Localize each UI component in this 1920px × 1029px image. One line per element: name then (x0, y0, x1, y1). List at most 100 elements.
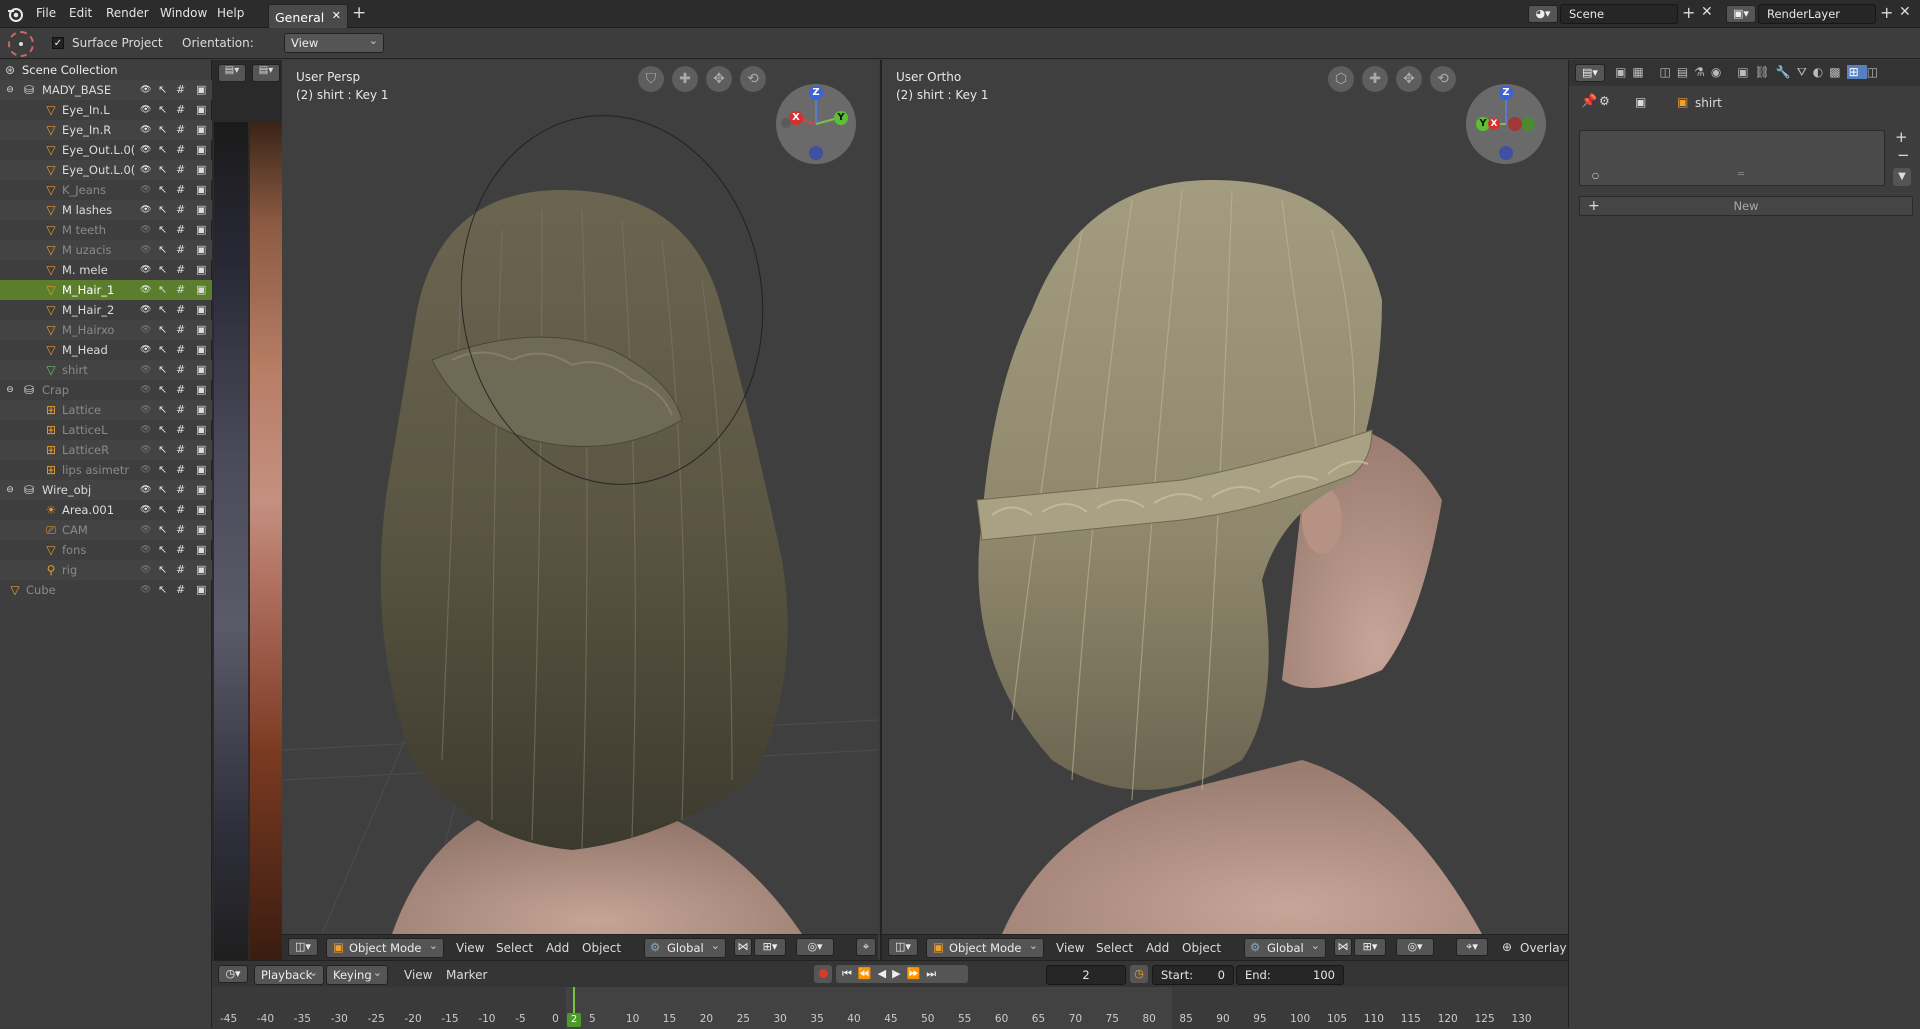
visibility-eye-icon[interactable]: 👁 (140, 160, 151, 180)
close-tab-icon[interactable]: ✕ (332, 9, 341, 22)
pin-icon[interactable]: 📌 (1581, 94, 1597, 109)
camera-view-icon[interactable]: ⛉ (638, 66, 664, 92)
gizmo-toggle-dropdown[interactable]: ⌖▾ (1456, 938, 1488, 956)
outliner-row[interactable]: ▽ fons 👁 ↖ # ▣ (0, 540, 212, 560)
snap-target-dropdown[interactable]: ⊞▾ (754, 938, 786, 956)
visibility-eye-icon[interactable]: 👁 (140, 140, 151, 160)
timeline-menu-marker[interactable]: Marker (446, 968, 487, 982)
outliner-row[interactable]: ⊞ Lattice 👁 ↖ # ▣ (0, 400, 212, 420)
render-toggle-icon[interactable]: ▣ (196, 380, 206, 400)
menu-help[interactable]: Help (217, 6, 244, 20)
properties-tab-active-icon[interactable]: ⊞ (1846, 65, 1867, 79)
menu-file[interactable]: File (36, 6, 56, 20)
render-toggle-icon[interactable]: ▣ (196, 500, 206, 520)
visibility-eye-icon[interactable]: 👁 (140, 540, 151, 560)
render-toggle-icon[interactable]: ▣ (196, 300, 206, 320)
selectable-arrow-icon[interactable]: ↖ (158, 260, 167, 280)
outliner-row[interactable]: ▽ shirt 👁 ↖ # ▣ (0, 360, 212, 380)
object-mode-dropdown[interactable]: ▣ Object Mode (926, 938, 1044, 958)
renderlayer-name-field[interactable]: RenderLayer (1758, 4, 1876, 24)
menu-object[interactable]: Object (582, 941, 621, 955)
outliner-row[interactable]: ⎚ CAM 👁 ↖ # ▣ (0, 520, 212, 540)
visibility-eye-icon[interactable]: 👁 (140, 120, 151, 140)
playhead-marker[interactable]: 2 (567, 1013, 581, 1027)
render-toggle-icon[interactable]: ▣ (196, 360, 206, 380)
viewport-disable-icon[interactable]: # (176, 260, 185, 280)
cursor-tool-icon[interactable] (8, 31, 34, 57)
list-filter-icon[interactable]: ○ (1592, 171, 1599, 180)
selectable-arrow-icon[interactable]: ↖ (158, 400, 167, 420)
menu-view[interactable]: View (1056, 941, 1084, 955)
viewport-disable-icon[interactable]: # (176, 420, 185, 440)
render-toggle-icon[interactable]: ▣ (196, 420, 206, 440)
visibility-eye-icon[interactable]: 👁 (140, 220, 151, 240)
scene-browse-icon[interactable]: ◕▾ (1528, 5, 1558, 23)
render-toggle-icon[interactable]: ▣ (196, 160, 206, 180)
viewport-disable-icon[interactable]: # (176, 160, 185, 180)
viewport-perspective[interactable]: User Persp (2) shirt : Key 1 ⛉ ✚ ✥ ⟲ Z Y… (282, 60, 878, 960)
gizmo-neg-z[interactable] (1499, 146, 1513, 160)
selectable-arrow-icon[interactable]: ↖ (158, 220, 167, 240)
selectable-arrow-icon[interactable]: ↖ (158, 560, 167, 580)
selectable-arrow-icon[interactable]: ↖ (158, 420, 167, 440)
gizmo-neg-x[interactable] (781, 118, 791, 128)
play-reverse-icon[interactable]: ◀ (878, 967, 892, 980)
camera-view-icon[interactable]: ⬡ (1328, 66, 1354, 92)
viewport-disable-icon[interactable]: # (176, 520, 185, 540)
snap-icon[interactable]: ⋈ (1334, 938, 1352, 956)
selectable-arrow-icon[interactable]: ↖ (158, 520, 167, 540)
surface-project-checkbox[interactable]: ✓ (52, 37, 64, 49)
outliner-row[interactable]: ▽ M_Hairxo 👁 ↖ # ▣ (0, 320, 212, 340)
object-mode-dropdown[interactable]: ▣ Object Mode (326, 938, 444, 958)
visibility-eye-icon[interactable]: 👁 (140, 480, 151, 500)
visibility-eye-icon[interactable]: 👁 (140, 320, 151, 340)
visibility-eye-icon[interactable]: 👁 (140, 260, 151, 280)
visibility-eye-icon[interactable]: 👁 (140, 80, 151, 100)
selectable-arrow-icon[interactable]: ↖ (158, 340, 167, 360)
gizmo-x-axis[interactable]: X (1488, 118, 1500, 130)
add-workspace-icon[interactable]: + (352, 3, 366, 23)
viewport-disable-icon[interactable]: # (176, 120, 185, 140)
selectable-arrow-icon[interactable]: ↖ (158, 300, 167, 320)
menu-render[interactable]: Render (106, 6, 149, 20)
delete-scene-icon[interactable]: ✕ (1701, 4, 1713, 20)
viewport-disable-icon[interactable]: # (176, 220, 185, 240)
navigation-gizmo[interactable]: Z Y X (776, 84, 856, 164)
render-toggle-icon[interactable]: ▣ (196, 320, 206, 340)
visibility-eye-icon[interactable]: 👁 (140, 240, 151, 260)
visibility-eye-icon[interactable]: 👁 (140, 400, 151, 420)
orientation-dropdown[interactable]: View (284, 33, 384, 53)
properties-editor-type-icon[interactable]: ▤▾ (1575, 64, 1605, 82)
jump-start-icon[interactable]: ⏮ (842, 967, 858, 980)
menu-select[interactable]: Select (496, 941, 533, 955)
viewport-disable-icon[interactable]: # (176, 200, 185, 220)
render-toggle-icon[interactable]: ▣ (196, 220, 206, 240)
render-toggle-icon[interactable]: ▣ (196, 180, 206, 200)
scene-name-field[interactable]: Scene (1560, 4, 1678, 24)
outliner-row[interactable]: ⊖ ⛁ Crap 👁 ↖ # ▣ (0, 380, 212, 400)
visibility-eye-icon[interactable]: 👁 (140, 580, 151, 600)
render-toggle-icon[interactable]: ▣ (196, 520, 206, 540)
outliner-row[interactable]: ▽ M_Head 👁 ↖ # ▣ (0, 340, 212, 360)
strip-header-a[interactable]: ▤▾ (218, 64, 246, 82)
menu-object[interactable]: Object (1182, 941, 1221, 955)
selectable-arrow-icon[interactable]: ↖ (158, 460, 167, 480)
render-toggle-icon[interactable]: ▣ (196, 200, 206, 220)
menu-add[interactable]: Add (1146, 941, 1169, 955)
viewport-disable-icon[interactable]: # (176, 280, 185, 300)
selectable-arrow-icon[interactable]: ↖ (158, 320, 167, 340)
visibility-eye-icon[interactable]: 👁 (140, 340, 151, 360)
proportional-edit-dropdown[interactable]: ◎▾ (796, 938, 834, 956)
viewport-disable-icon[interactable]: # (176, 140, 185, 160)
render-toggle-icon[interactable]: ▣ (196, 580, 206, 600)
visibility-eye-icon[interactable]: 👁 (140, 280, 151, 300)
gizmo-neg-x[interactable] (1508, 117, 1522, 131)
list-menu-icon[interactable]: ▼ (1893, 168, 1911, 186)
outliner-row[interactable]: ▽ M. mele 👁 ↖ # ▣ (0, 260, 212, 280)
rotate-view-icon[interactable]: ⟲ (1430, 66, 1456, 92)
viewport-disable-icon[interactable]: # (176, 240, 185, 260)
record-button[interactable] (814, 965, 832, 983)
render-toggle-icon[interactable]: ▣ (196, 400, 206, 420)
zoom-icon[interactable]: ✚ (672, 66, 698, 92)
selectable-arrow-icon[interactable]: ↖ (158, 100, 167, 120)
